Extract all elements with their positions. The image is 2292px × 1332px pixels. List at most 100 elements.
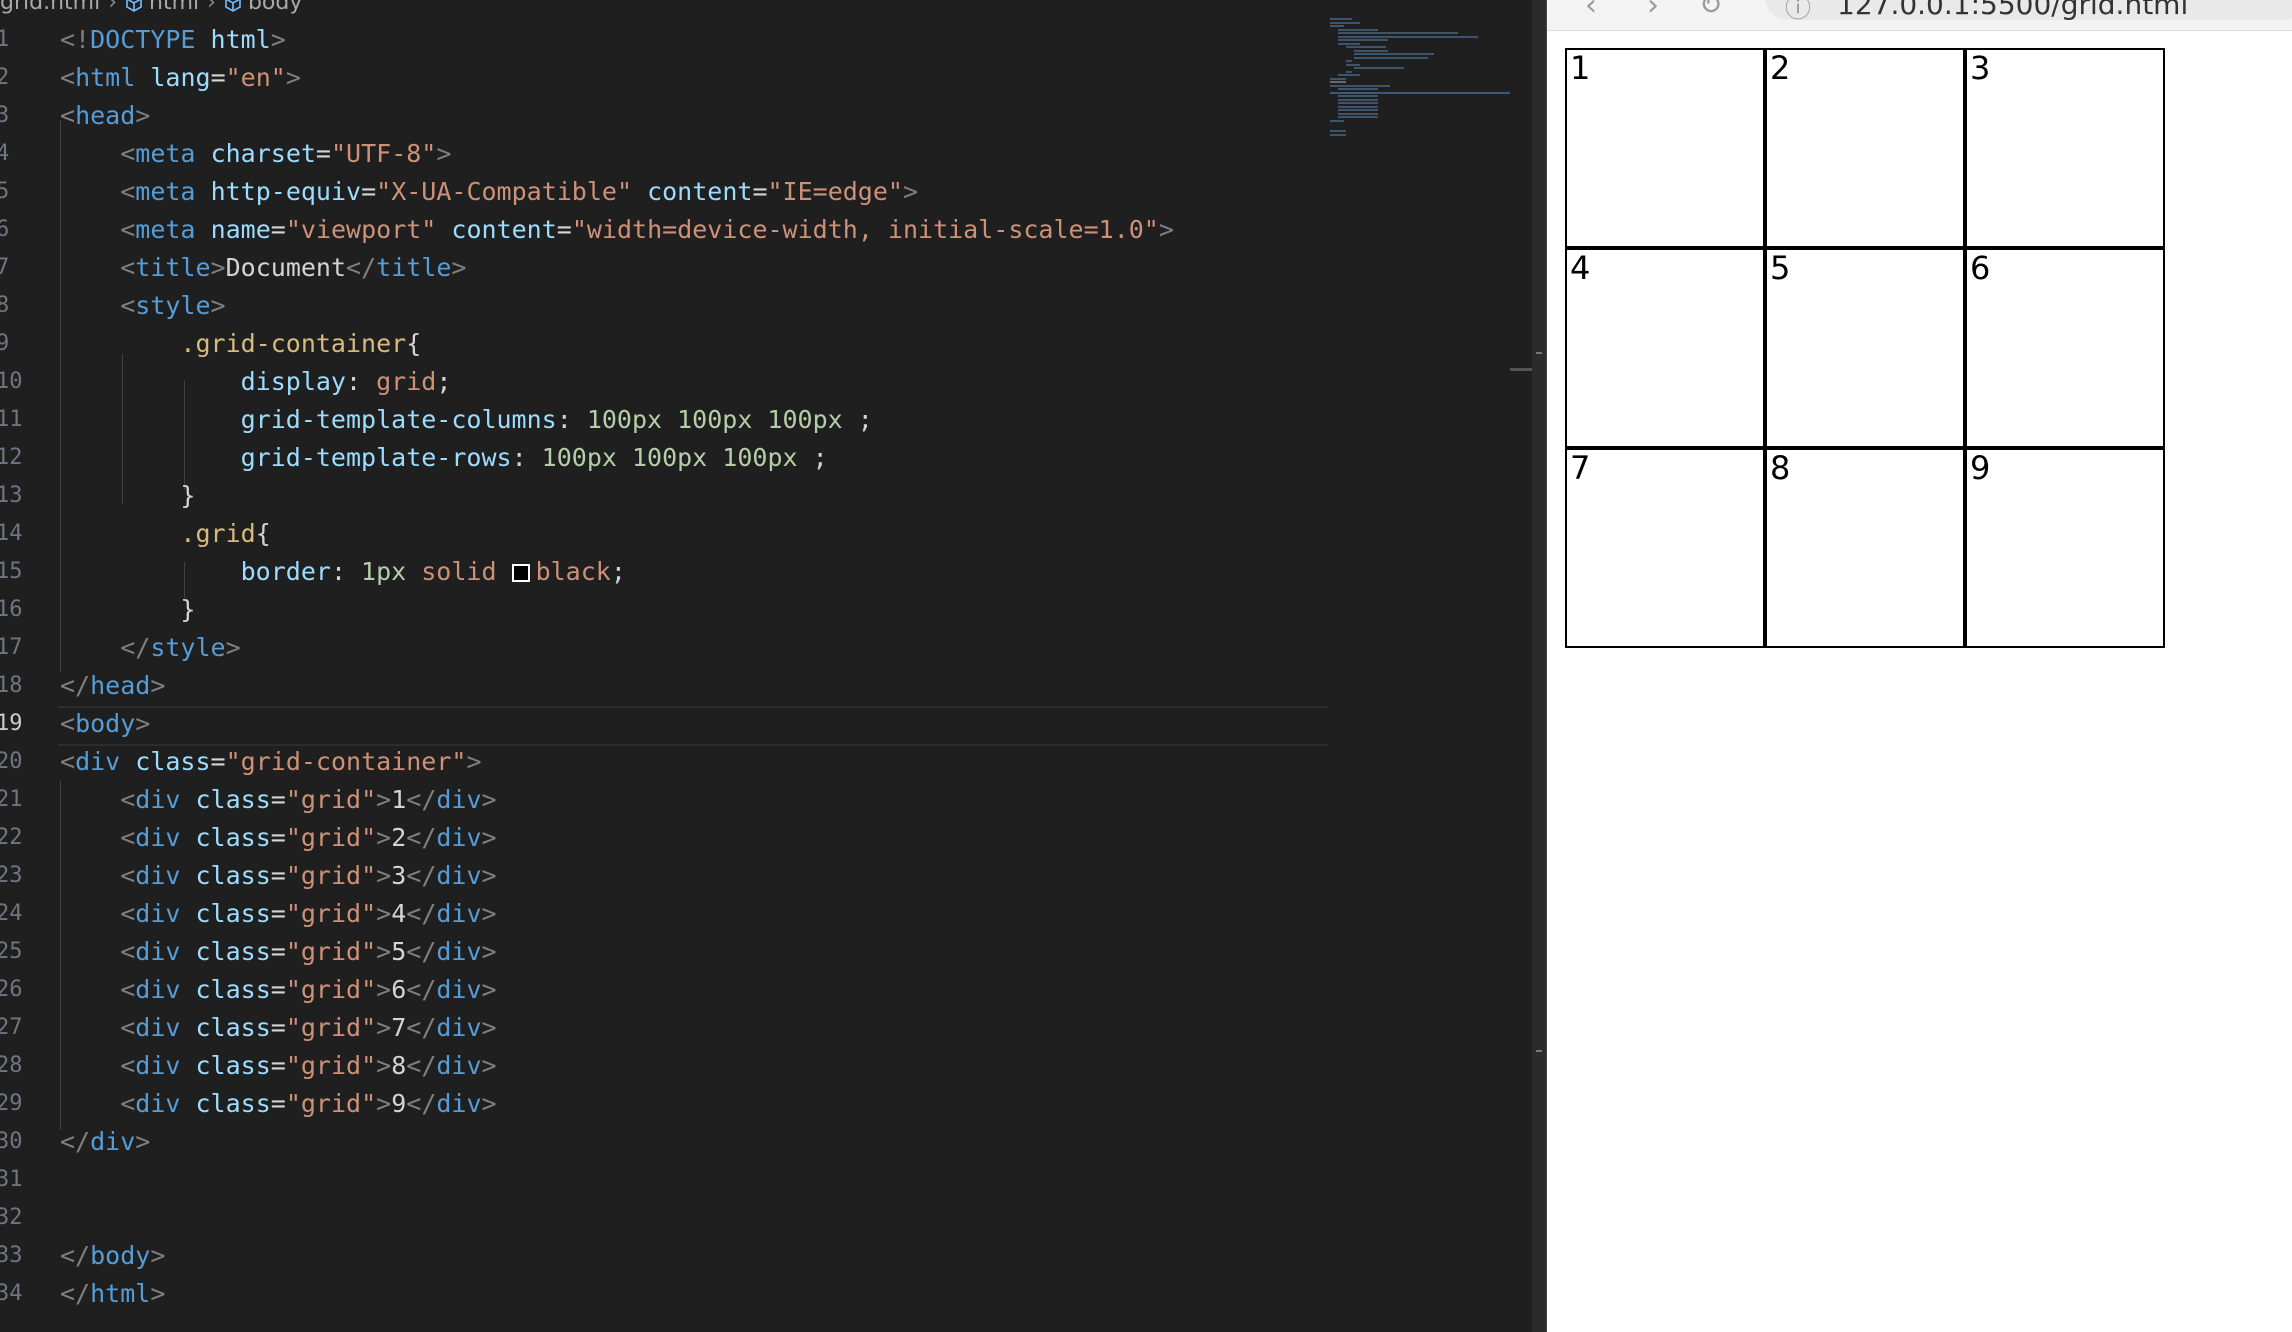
chevron-right-icon: › [108,0,118,15]
code-line[interactable]: 33 </body> [0,1237,1532,1275]
code-line[interactable]: 19 <body> [0,705,1532,743]
code-line[interactable]: 9 .grid-container{ [0,325,1532,363]
code-line[interactable]: 30 </div> [0,1123,1532,1161]
code-line[interactable]: 23 <div class="grid">3</div> [0,857,1532,895]
code-line[interactable]: 5 <meta http-equiv="X-UA-Compatible" con… [0,173,1532,211]
back-arrow-icon[interactable]: ‹ [1585,0,1597,23]
line-text: <body> [60,709,151,738]
line-number: 34 [0,1281,23,1306]
code-line[interactable]: 16 } [0,591,1532,629]
line-text: </style> [120,633,241,662]
grid-cell: 5 [1765,248,1965,448]
line-text: <div class="grid">7</div> [120,1013,497,1042]
grid-cell: 7 [1565,448,1765,648]
forward-arrow-icon[interactable]: › [1647,0,1659,23]
code-line[interactable]: 20 <div class="grid-container"> [0,743,1532,781]
code-line[interactable]: 27 <div class="grid">7</div> [0,1009,1532,1047]
line-text: <!DOCTYPE html> [60,25,286,54]
code-line[interactable]: 8 <style> [0,287,1532,325]
line-text: <div class="grid">5</div> [120,937,497,966]
code-line[interactable]: 28 <div class="grid">8</div> [0,1047,1532,1085]
code-line[interactable]: 12 grid-template-rows: 100px 100px 100px… [0,439,1532,477]
cube-icon [125,0,143,12]
line-number: 23 [0,863,23,888]
grid-cell: 3 [1965,48,2165,248]
split-divider[interactable] [1532,0,1547,1332]
line-text: <div class="grid">3</div> [120,861,497,890]
line-text: </head> [60,671,166,700]
line-text: <meta name="viewport" content="width=dev… [120,215,1174,244]
line-text: <head> [60,101,151,130]
line-number: 20 [0,749,23,774]
line-text: } [180,481,196,510]
code-line[interactable]: 1 <!DOCTYPE html> [0,21,1532,59]
code-area[interactable]: 1 <!DOCTYPE html> 2 <html lang="en"> 3 <head>… [0,21,1532,1313]
line-number: 14 [0,521,23,546]
code-line[interactable]: 15 border: 1px solid black; [0,553,1532,591]
line-text: .grid-container{ [180,329,422,358]
code-line[interactable]: 34 </html> [0,1275,1532,1313]
code-editor[interactable]: grid.html › html › body 1 <!DOCTYPE html>… [0,0,1532,1332]
browser-toolbar: ‹ › ↻ ⓘ 127.0.0.1:5500/grid.html [1547,0,2292,31]
line-number: 31 [0,1167,23,1192]
line-number: 5 [0,179,10,204]
code-line[interactable]: 2 <html lang="en"> [0,59,1532,97]
grip-mark [1536,1050,1542,1052]
line-number: 13 [0,483,23,508]
chevron-right-icon: › [207,0,216,15]
code-line[interactable]: 14 .grid{ [0,515,1532,553]
line-text: <div class="grid">8</div> [120,1051,497,1080]
line-number: 18 [0,673,23,698]
code-line[interactable]: 26 <div class="grid">6</div> [0,971,1532,1009]
line-number: 26 [0,977,23,1002]
code-line[interactable]: 21 <div class="grid">1</div> [0,781,1532,819]
code-line[interactable]: 3 <head> [0,97,1532,135]
line-text: <div class="grid">6</div> [120,975,497,1004]
cube-icon [224,0,242,12]
grid-cell: 9 [1965,448,2165,648]
browser-preview: ‹ › ↻ ⓘ 127.0.0.1:5500/grid.html 1 2 3 4… [1547,0,2292,1332]
code-line[interactable]: 13 } [0,477,1532,515]
vertical-scrollbar[interactable] [1510,0,1532,1332]
line-number: 22 [0,825,23,850]
scrollbar-thumb[interactable] [1510,368,1532,371]
line-text: grid-template-rows: 100px 100px 100px ; [240,443,828,472]
code-line[interactable]: 31 [0,1161,1532,1199]
breadcrumb-body[interactable]: body [248,0,302,15]
line-text: <style> [120,291,226,320]
line-text: <div class="grid">4</div> [120,899,497,928]
code-line[interactable]: 11 grid-template-columns: 100px 100px 10… [0,401,1532,439]
line-number: 9 [0,331,10,356]
code-line[interactable]: 18 </head> [0,667,1532,705]
breadcrumb-html[interactable]: html [149,0,199,15]
reload-icon[interactable]: ↻ [1699,0,1722,21]
line-text: } [180,595,196,624]
grid-cell: 6 [1965,248,2165,448]
line-text: .grid{ [180,519,271,548]
line-number: 29 [0,1091,23,1116]
line-number: 28 [0,1053,23,1078]
line-text: <meta charset="UTF-8"> [120,139,452,168]
minimap[interactable] [1330,18,1510,158]
code-line[interactable]: 17 </style> [0,629,1532,667]
url-text[interactable]: 127.0.0.1:5500/grid.html [1837,0,2188,21]
line-number: 19 [0,711,23,736]
code-line[interactable]: 32 [0,1199,1532,1237]
site-info-icon[interactable]: ⓘ [1785,0,1811,25]
grid-cell: 8 [1765,448,1965,648]
code-line[interactable]: 22 <div class="grid">2</div> [0,819,1532,857]
line-number: 24 [0,901,23,926]
line-number: 17 [0,635,23,660]
line-text: border: 1px solid black; [240,557,626,586]
code-line[interactable]: 4 <meta charset="UTF-8"> [0,135,1532,173]
code-line[interactable]: 7 <title>Document</title> [0,249,1532,287]
code-line[interactable]: 25 <div class="grid">5</div> [0,933,1532,971]
grid-container: 1 2 3 4 5 6 7 8 9 [1565,48,2165,648]
code-line[interactable]: 6 <meta name="viewport" content="width=d… [0,211,1532,249]
breadcrumb: grid.html › html › body [0,0,302,15]
code-line[interactable]: 24 <div class="grid">4</div> [0,895,1532,933]
code-line[interactable]: 29 <div class="grid">9</div> [0,1085,1532,1123]
breadcrumb-file[interactable]: grid.html [0,0,100,15]
code-line[interactable]: 10 display: grid; [0,363,1532,401]
line-text: <div class="grid">1</div> [120,785,497,814]
